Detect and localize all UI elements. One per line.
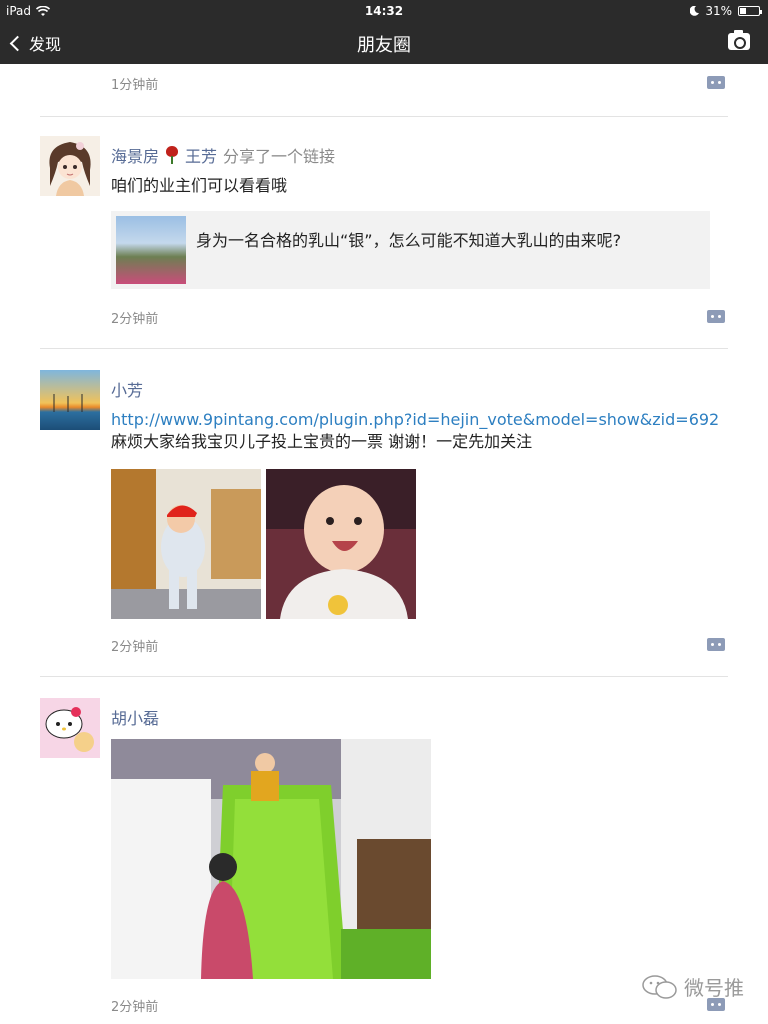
photo[interactable]	[266, 469, 416, 619]
post-time: 2分钟前	[111, 640, 159, 655]
status-bar: iPad 14:32 31%	[0, 0, 768, 22]
photo[interactable]	[111, 739, 431, 979]
page-title: 朋友圈	[357, 35, 411, 56]
battery-percent: 31%	[705, 4, 732, 18]
post-author: 胡小磊	[111, 705, 159, 729]
nav-bar: 发现 朋友圈	[0, 22, 768, 64]
link-thumbnail	[116, 216, 186, 284]
post-time: 2分钟前	[111, 312, 159, 327]
post-url[interactable]: http://www.9pintang.com/plugin.php?id=he…	[111, 409, 719, 431]
post-time: 1分钟前	[111, 78, 159, 93]
watermark: 微号推	[642, 972, 744, 1001]
divider	[40, 348, 728, 349]
post-author: 小芳	[111, 377, 143, 401]
comment-icon[interactable]	[707, 76, 725, 89]
comment-icon[interactable]	[707, 638, 725, 651]
author-name[interactable]: 海景房	[111, 143, 159, 167]
avatar[interactable]	[40, 136, 100, 196]
moon-icon	[690, 6, 700, 16]
watermark-text: 微号推	[684, 976, 744, 1000]
post-text: 咱们的业主们可以看看哦	[111, 176, 288, 195]
status-time: 14:32	[364, 4, 404, 18]
battery-icon	[738, 6, 762, 16]
camera-icon[interactable]	[728, 30, 750, 50]
wechat-logo-icon	[642, 974, 677, 999]
photo[interactable]	[111, 469, 261, 619]
rose-icon	[165, 146, 179, 164]
link-title: 身为一名合格的乳山“银”，怎么可能不知道大乳山的由来呢?	[196, 231, 622, 250]
shared-author-name[interactable]: 王芳	[185, 143, 217, 167]
divider	[40, 676, 728, 677]
divider	[40, 116, 728, 117]
shared-link-card[interactable]: 身为一名合格的乳山“银”，怎么可能不知道大乳山的由来呢?	[111, 211, 710, 289]
author-name[interactable]: 胡小磊	[111, 705, 159, 729]
avatar[interactable]	[40, 370, 100, 430]
post-time: 2分钟前	[111, 1000, 159, 1015]
avatar[interactable]	[40, 698, 100, 758]
battery-level	[740, 8, 746, 14]
post-text: 麻烦大家给我宝贝儿子投上宝贵的一票 谢谢！一定先加关注	[111, 432, 533, 451]
comment-icon[interactable]	[707, 310, 725, 323]
author-name[interactable]: 小芳	[111, 377, 143, 401]
post-author: 海景房 王芳 分享了一个链接	[111, 143, 335, 167]
share-text: 分享了一个链接	[223, 147, 336, 166]
